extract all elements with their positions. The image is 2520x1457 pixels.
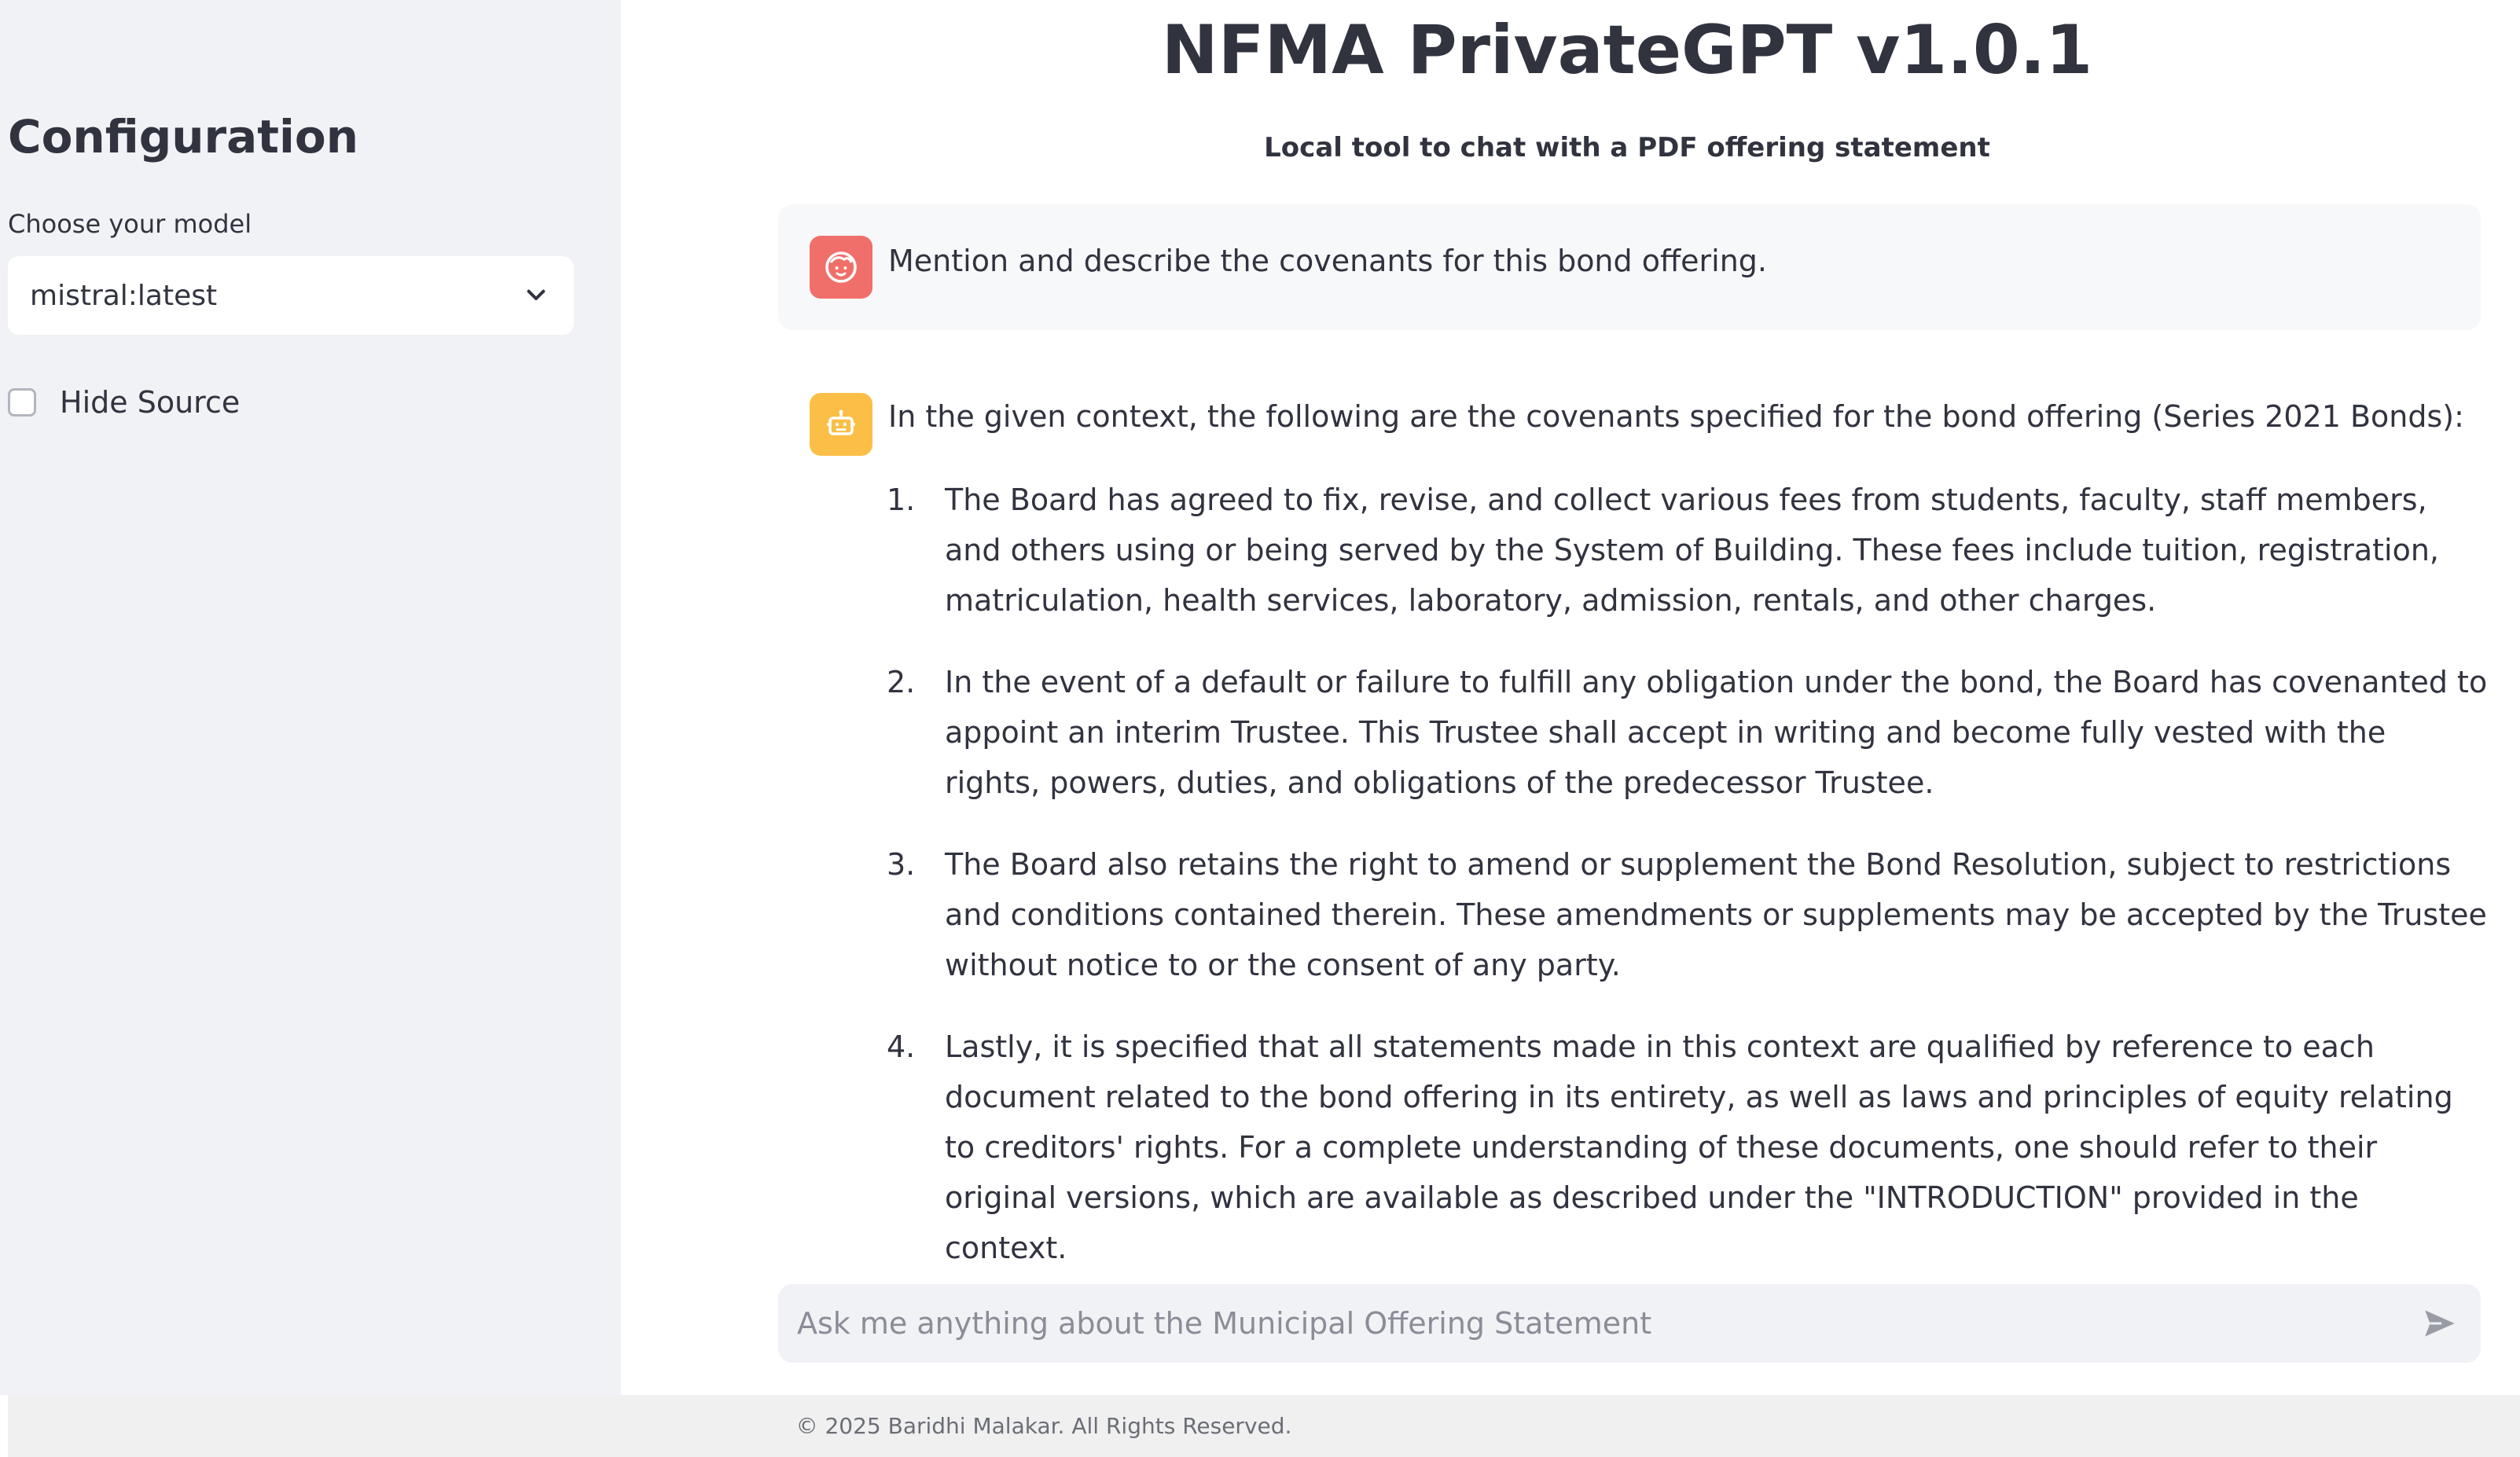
model-select-label: Choose your model [8, 209, 252, 239]
sidebar: Configuration Choose your model mistral:… [0, 0, 621, 1395]
list-item: 4. Lastly, it is specified that all state… [887, 1022, 2490, 1273]
list-item-text: The Board has agreed to fix, revise, and… [945, 483, 2440, 618]
assistant-list: 1. The Board has agreed to fix, revise, a… [887, 475, 2490, 1305]
send-icon [2425, 1310, 2455, 1337]
user-face-icon [810, 236, 872, 299]
model-select[interactable]: mistral:latest [8, 256, 574, 335]
footer-text: © 2025 Baridhi Malakar. All Rights Reser… [795, 1413, 1292, 1439]
user-message: Mention and describe the covenants for t… [778, 204, 2481, 330]
assistant-intro: In the given context, the following are … [888, 399, 2464, 434]
page-title: NFMA PrivateGPT v1.0.1 [1161, 11, 2093, 90]
hide-source-toggle[interactable]: Hide Source [8, 385, 240, 420]
sidebar-title: Configuration [8, 110, 358, 163]
robot-icon [810, 393, 872, 456]
send-button[interactable] [2416, 1300, 2463, 1347]
footer: © 2025 Baridhi Malakar. All Rights Reser… [8, 1395, 2520, 1457]
chevron-down-icon [520, 280, 552, 311]
model-select-value: mistral:latest [30, 279, 218, 312]
list-item: 1. The Board has agreed to fix, revise, a… [887, 475, 2490, 626]
page-subtitle: Local tool to chat with a PDF offering s… [1264, 132, 1990, 163]
user-message-text: Mention and describe the covenants for t… [888, 244, 1767, 278]
list-item-text: Lastly, it is specified that all stateme… [945, 1029, 2453, 1265]
hide-source-checkbox[interactable] [8, 388, 36, 417]
list-item: 2. In the event of a default or failure t… [887, 657, 2490, 808]
chat-input[interactable] [795, 1305, 2416, 1341]
chat-input-box [778, 1284, 2481, 1363]
list-number: 2. [887, 665, 916, 699]
list-item: 3. The Board also retains the right to am… [887, 839, 2490, 990]
list-item-text: In the event of a default or failure to … [945, 665, 2488, 800]
list-item-text: The Board also retains the right to amen… [945, 847, 2487, 982]
list-number: 4. [887, 1029, 916, 1064]
list-number: 3. [887, 847, 916, 882]
hide-source-label: Hide Source [60, 385, 241, 420]
list-number: 1. [887, 483, 916, 517]
